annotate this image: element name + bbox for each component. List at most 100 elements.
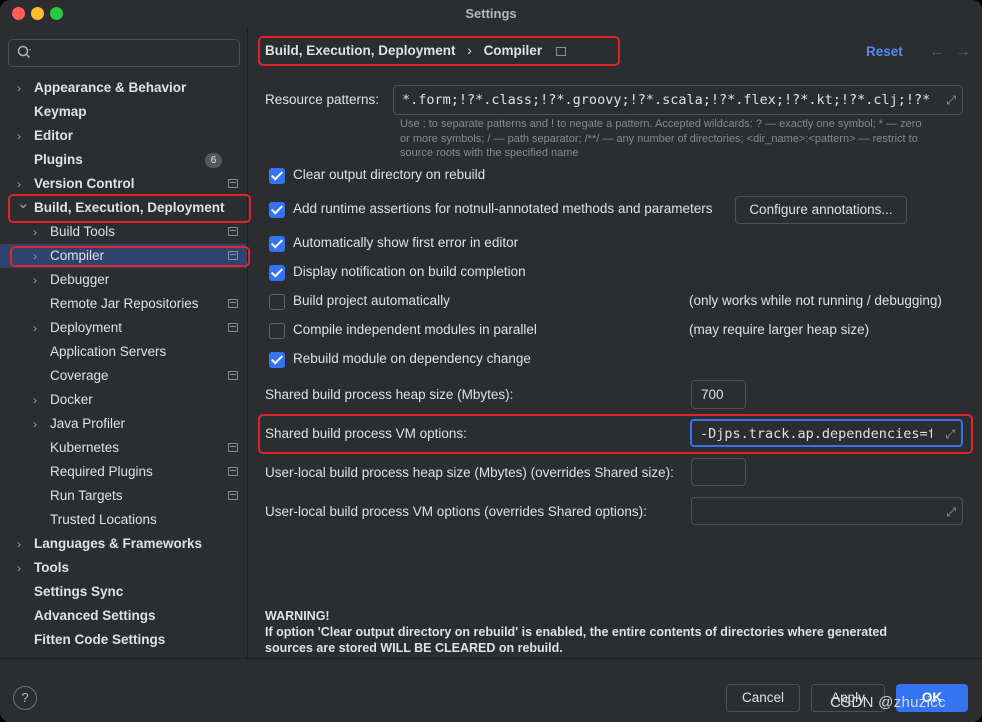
chevron-down-icon[interactable]: ⌄ [17,192,30,216]
checkbox[interactable] [269,202,285,218]
sidebar-item-label: Settings Sync [34,584,124,599]
checkbox-label[interactable]: Automatically show first error in editor [293,235,518,250]
checkbox-label[interactable]: Compile independent modules in parallel [293,322,537,337]
rebuild-warning: WARNING! If option 'Clear output directo… [265,608,965,656]
chevron-right-icon[interactable]: › [17,76,21,100]
chevron-right-icon[interactable]: › [33,244,37,268]
sidebar-item[interactable]: Keymap [0,100,247,124]
sidebar-item-label: Build, Execution, Deployment [34,200,225,215]
sidebar-item[interactable]: Plugins 6 [0,148,247,172]
zoom-window-button[interactable] [50,7,63,20]
chevron-right-icon[interactable]: › [33,388,37,412]
resource-patterns-field[interactable]: *.form;!?*.class;!?*.groovy;!?*.scala;!?… [393,85,963,115]
close-window-button[interactable] [12,7,25,20]
sidebar-item-label: Application Servers [50,344,167,359]
sidebar-item[interactable]: › Version Control [0,172,247,196]
sidebar-item[interactable]: Run Targets [0,484,247,508]
sidebar-item-label: Appearance & Behavior [34,80,187,95]
sidebar-item-label: Compiler [50,248,105,263]
arrow-right-icon[interactable]: → [955,43,971,61]
expand-icon[interactable]: ⤢ [946,505,956,520]
sidebar-item-label: Required Plugins [50,464,153,479]
sidebar-item-label: Plugins [34,152,83,167]
sidebar-item[interactable]: › Compiler [0,244,247,268]
project-level-icon [228,299,238,308]
checkbox-note: (only works while not running / debuggin… [689,293,942,308]
project-level-icon [228,467,238,476]
sidebar-item[interactable]: Advanced Settings [0,604,247,628]
breadcrumb-separator: › [467,43,472,58]
sidebar-item-label: Languages & Frameworks [34,536,203,551]
chevron-right-icon[interactable]: › [33,220,37,244]
warning-line-1: If option 'Clear output directory on reb… [265,625,888,639]
checkbox[interactable] [269,294,285,310]
cancel-button[interactable]: Cancel [726,684,800,712]
search-icon [17,45,33,62]
checkbox-label[interactable]: Rebuild module on dependency change [293,351,531,366]
sidebar-item[interactable]: Settings Sync [0,580,247,604]
project-level-icon [228,371,238,380]
sidebar-item-label: Version Control [34,176,135,191]
sidebar-item[interactable]: Remote Jar Repositories [0,292,247,316]
sidebar-item-label: Tools [34,560,69,575]
sidebar-item[interactable]: › Editor [0,124,247,148]
user-vm-options-input[interactable]: ⤢ [691,497,963,525]
user-heap-size-input[interactable] [691,458,746,486]
help-button[interactable]: ? [13,686,37,710]
dialog-footer: ? Cancel Apply OK [0,658,982,722]
checkbox-label[interactable]: Add runtime assertions for notnull-annot… [293,201,713,216]
sidebar-item[interactable]: Fitten Code Settings [0,628,247,652]
heap-size-input[interactable]: 700 [691,380,746,409]
search-input[interactable] [8,39,240,67]
chevron-right-icon[interactable]: › [17,124,21,148]
sidebar-item[interactable]: › Build Tools [0,220,247,244]
breadcrumb-parent[interactable]: Build, Execution, Deployment [265,43,456,58]
chevron-right-icon[interactable]: › [33,268,37,292]
hint-line-1: Use ; to separate patterns and ! to nega… [400,118,922,130]
checkbox[interactable] [269,352,285,368]
checkbox-label[interactable]: Build project automatically [293,293,450,308]
chevron-right-icon[interactable]: › [17,532,21,556]
minimize-window-button[interactable] [31,7,44,20]
project-level-icon [228,179,238,188]
checkbox[interactable] [269,323,285,339]
sidebar-item[interactable]: › Deployment [0,316,247,340]
sidebar-item-label: Deployment [50,320,123,335]
sidebar-item[interactable]: Required Plugins [0,460,247,484]
sidebar-item[interactable]: › Docker [0,388,247,412]
checkbox-label[interactable]: Display notification on build completion [293,264,526,279]
chevron-right-icon[interactable]: › [33,316,37,340]
expand-icon[interactable]: ⤢ [946,93,956,108]
configure-annotations-button[interactable]: Configure annotations... [735,196,907,224]
expand-icon[interactable]: ⤢ [945,427,955,442]
sidebar-item-label: Trusted Locations [50,512,157,527]
sidebar-item[interactable]: Trusted Locations [0,508,247,532]
hint-line-2: or more symbols; / — path separator; /**… [400,132,918,145]
reset-link[interactable]: Reset [866,44,903,59]
checkbox-label[interactable]: Clear output directory on rebuild [293,167,485,182]
vm-options-input[interactable]: -Djps.track.ap.dependencies=fa ⤢ [690,419,963,447]
sidebar-item[interactable]: › Tools [0,556,247,580]
chevron-right-icon[interactable]: › [17,556,21,580]
sidebar-item[interactable]: › Debugger [0,268,247,292]
sidebar-item[interactable]: Coverage [0,364,247,388]
sidebar-item-label: Remote Jar Repositories [50,296,199,311]
project-level-icon [228,251,238,260]
vm-options-value: -Djps.track.ap.dependencies=fa [700,426,932,442]
sidebar-item[interactable]: Application Servers [0,340,247,364]
sidebar-item-label: Debugger [50,272,110,287]
sidebar-item-label: Java Profiler [50,416,126,431]
checkbox-note: (may require larger heap size) [689,322,870,337]
heap-size-value: 700 [701,387,724,402]
sidebar-item[interactable]: ⌄ Build, Execution, Deployment [0,195,247,220]
checkbox[interactable] [269,265,285,281]
sidebar-item[interactable]: › Languages & Frameworks [0,532,247,556]
checkbox[interactable] [269,168,285,184]
arrow-left-icon[interactable]: ← [929,43,945,61]
sidebar-item[interactable]: › Appearance & Behavior [0,76,247,100]
project-level-icon [555,46,566,56]
sidebar-item[interactable]: › Java Profiler [0,412,247,436]
chevron-right-icon[interactable]: › [33,412,37,436]
sidebar-item[interactable]: Kubernetes [0,436,247,460]
checkbox[interactable] [269,236,285,252]
